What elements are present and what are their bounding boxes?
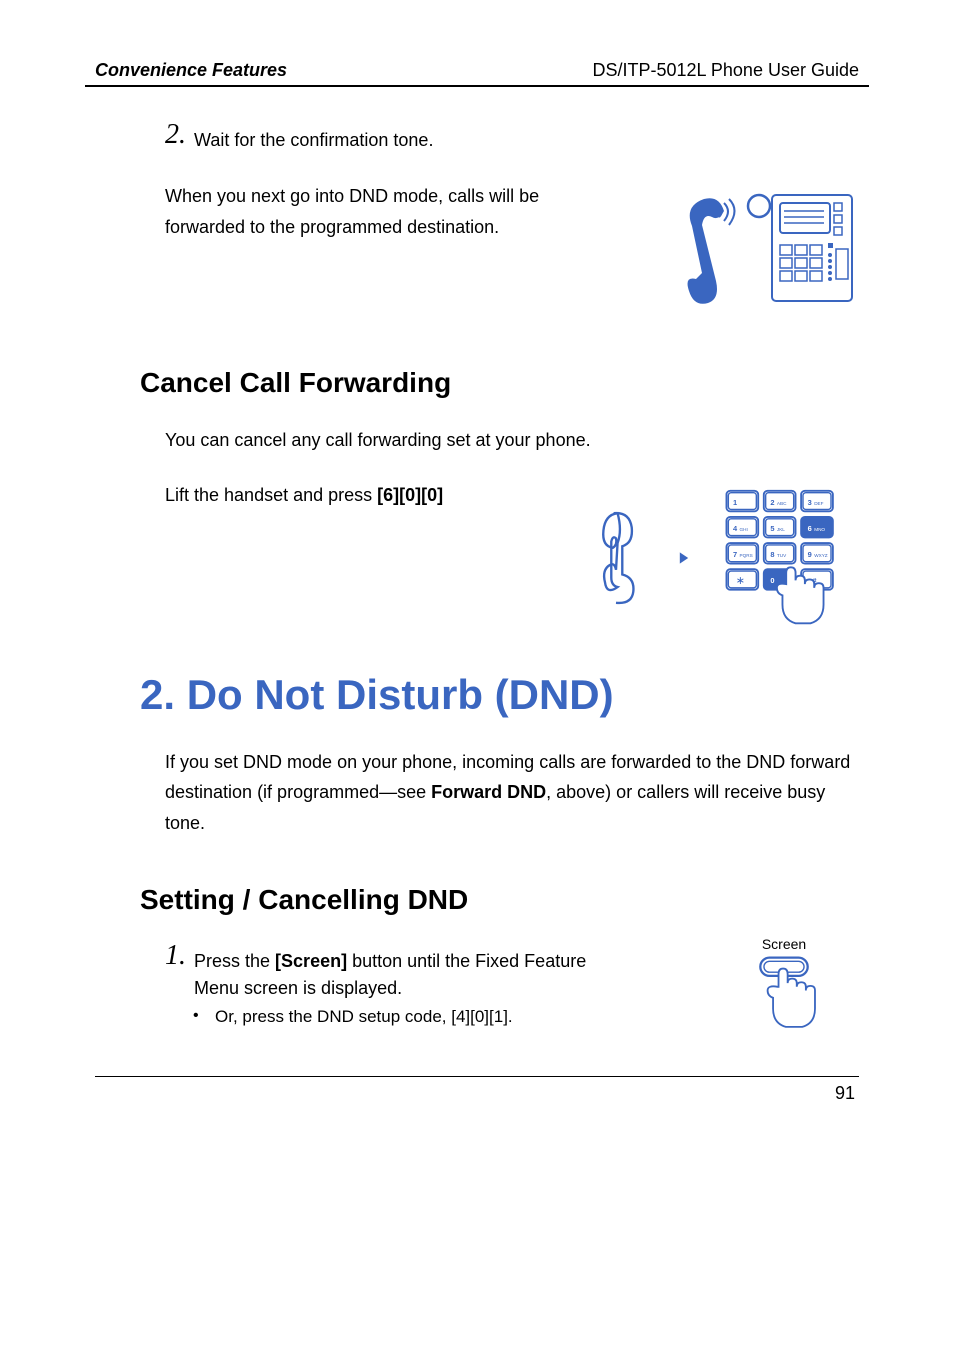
- svg-text:ABC: ABC: [777, 501, 787, 506]
- header-doc-title: DS/ITP-5012L Phone User Guide: [593, 60, 859, 81]
- keypad-icon: 1 2ABC 3DEF 4GHI 5JKL 6MNO 7PQRS: [719, 483, 859, 633]
- svg-text:MNO: MNO: [814, 527, 825, 532]
- step-number-1: 1.: [165, 942, 186, 1000]
- step-2-result-text: When you next go into DND mode, calls wi…: [165, 181, 595, 242]
- svg-text:3: 3: [808, 498, 812, 507]
- phone-console-icon: [664, 181, 859, 321]
- svg-text:PQRS: PQRS: [740, 553, 753, 558]
- svg-text:7: 7: [733, 550, 737, 559]
- svg-text:5: 5: [770, 524, 774, 533]
- cancel-action-pre: Lift the handset and press: [165, 485, 377, 505]
- step-2-text: Wait for the confirmation tone.: [194, 121, 433, 153]
- footer-rule: [95, 1076, 859, 1077]
- svg-text:GHI: GHI: [740, 527, 748, 532]
- screen-button-icon: [745, 954, 823, 1036]
- svg-text:9: 9: [808, 550, 812, 559]
- handset-icon: [594, 498, 649, 618]
- header-rule: [85, 85, 869, 87]
- step-1-text: Press the [Screen] button until the Fixe…: [194, 942, 595, 1000]
- svg-text:8: 8: [770, 550, 774, 559]
- dnd-intro-text: If you set DND mode on your phone, incom…: [165, 747, 859, 839]
- svg-text:WXYZ: WXYZ: [814, 553, 828, 558]
- svg-text:2: 2: [770, 498, 774, 507]
- step-number-2: 2.: [165, 121, 186, 153]
- page-number: 91: [85, 1083, 869, 1104]
- header-section-title: Convenience Features: [95, 60, 287, 81]
- cancel-call-forwarding-heading: Cancel Call Forwarding: [85, 367, 869, 399]
- svg-text:TUV: TUV: [777, 553, 787, 558]
- cancel-action-keys: [6][0][0]: [377, 485, 443, 505]
- bullet-icon: •: [193, 1007, 215, 1027]
- svg-text:6: 6: [808, 524, 812, 533]
- arrow-right-icon: [677, 551, 691, 565]
- hand-pointer-icon: [768, 969, 815, 1027]
- svg-text:JKL: JKL: [777, 527, 785, 532]
- screen-button-label: Screen: [762, 936, 806, 952]
- step-1-bullet-text: Or, press the DND setup code, [4][0][1].: [215, 1007, 513, 1027]
- setting-cancelling-dnd-heading: Setting / Cancelling DND: [85, 884, 869, 916]
- svg-text:4: 4: [733, 524, 738, 533]
- svg-text:0: 0: [770, 576, 774, 585]
- svg-text:1: 1: [733, 498, 737, 507]
- svg-text:∗: ∗: [736, 575, 745, 587]
- cancel-intro-text: You can cancel any call forwarding set a…: [165, 425, 859, 456]
- do-not-disturb-heading: 2. Do Not Disturb (DND): [85, 671, 869, 719]
- svg-text:DEF: DEF: [814, 501, 823, 506]
